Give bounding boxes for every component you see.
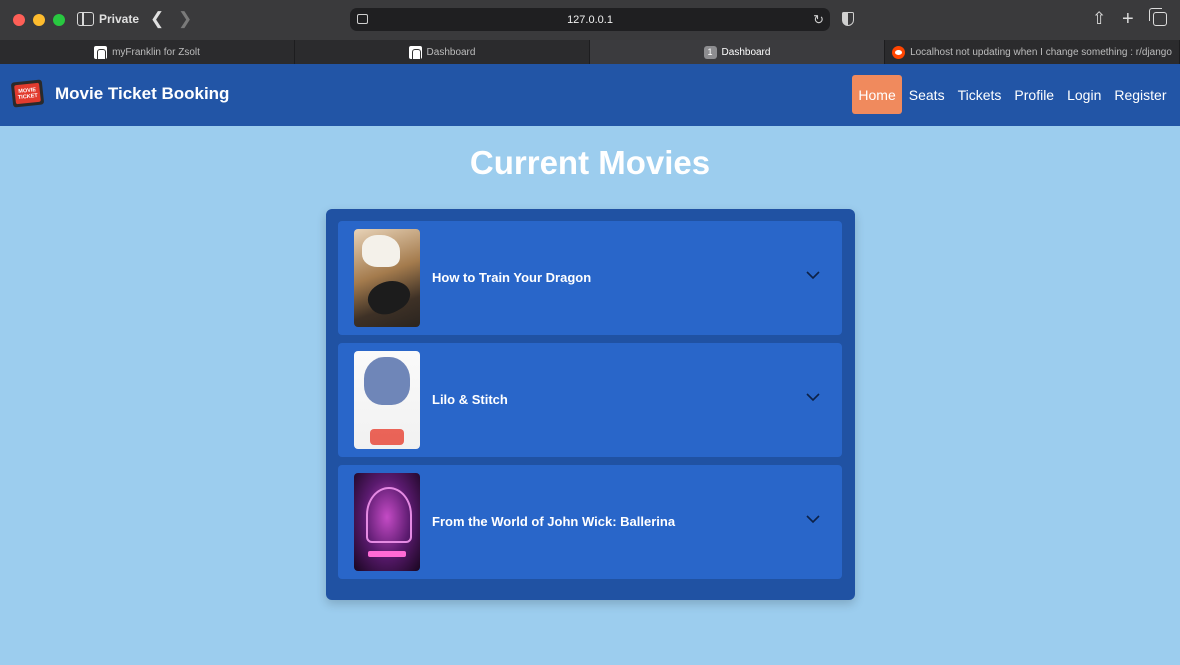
tab-overview-icon[interactable]: [1149, 8, 1167, 26]
page-title: Current Movies: [469, 144, 711, 181]
brand-title[interactable]: Movie Ticket Booking: [55, 84, 229, 104]
movie-title: From the World of John Wick: Ballerina: [432, 514, 676, 529]
tab-label: Dashboard: [426, 46, 476, 58]
private-label: Private: [99, 12, 140, 26]
logo-text: MOVIE TICKET: [17, 86, 39, 101]
nav-link-login[interactable]: Login: [1061, 75, 1108, 114]
movie-ticket-logo-icon[interactable]: MOVIE TICKET: [10, 79, 45, 108]
nav-link-home[interactable]: Home: [851, 75, 903, 114]
privacy-shield-icon[interactable]: [842, 12, 854, 26]
reload-icon[interactable]: ↻: [813, 12, 824, 28]
franklin-icon: [408, 45, 422, 59]
tab-dashboard-active[interactable]: 1 Dashboard: [590, 40, 885, 64]
tab-label: Dashboard: [721, 46, 771, 58]
ballerina-poster: [354, 473, 420, 571]
nav-link-profile[interactable]: Profile: [1008, 75, 1061, 114]
nav-link-tickets[interactable]: Tickets: [951, 75, 1008, 114]
chevron-down-icon[interactable]: [806, 512, 820, 526]
tab-strip: myFranklin for Zsolt Dashboard 1 Dashboa…: [0, 40, 1180, 64]
tab-number-badge: 1: [703, 45, 717, 59]
browser-titlebar: Private ❮ ❯ 127.0.0.1 ↻ ⇧ +: [0, 0, 1180, 40]
url-text: 127.0.0.1: [567, 13, 613, 26]
tab-label: myFranklin for Zsolt: [112, 46, 200, 58]
tab-myfranklin[interactable]: myFranklin for Zsolt: [0, 40, 295, 64]
reddit-icon: [892, 45, 906, 59]
tab-dashboard[interactable]: Dashboard: [295, 40, 590, 64]
window-controls: [13, 14, 65, 26]
back-arrow-icon[interactable]: ❮: [150, 10, 164, 28]
franklin-icon: [94, 45, 108, 59]
nav-link-register[interactable]: Register: [1108, 75, 1173, 114]
new-tab-icon[interactable]: +: [1122, 9, 1134, 29]
tab-label: Localhost not updating when I change som…: [910, 46, 1172, 58]
close-window-button[interactable]: [13, 14, 25, 26]
sidebar-toggle-icon[interactable]: [77, 12, 94, 26]
share-icon[interactable]: ⇧: [1092, 9, 1106, 29]
movie-item-dragon[interactable]: How to Train Your Dragon: [338, 221, 842, 335]
nav-links: Home Seats Tickets Profile Login Registe…: [851, 75, 1173, 114]
tab-reddit[interactable]: Localhost not updating when I change som…: [885, 40, 1180, 64]
movie-item-stitch[interactable]: Lilo & Stitch: [338, 343, 842, 457]
site-navbar: MOVIE TICKET Movie Ticket Booking Home S…: [0, 64, 1180, 126]
zoom-window-button[interactable]: [53, 14, 65, 26]
chevron-down-icon[interactable]: [806, 268, 820, 282]
movies-accordion: How to Train Your Dragon Lilo & Stitch F…: [326, 209, 855, 600]
nav-link-seats[interactable]: Seats: [902, 75, 951, 114]
minimize-window-button[interactable]: [33, 14, 45, 26]
page-menu-icon[interactable]: [357, 14, 368, 24]
address-bar[interactable]: 127.0.0.1 ↻: [350, 8, 830, 31]
movie-title: How to Train Your Dragon: [432, 270, 592, 285]
movie-title: Lilo & Stitch: [432, 392, 508, 407]
stitch-poster: [354, 351, 420, 449]
chevron-down-icon[interactable]: [806, 390, 820, 404]
forward-arrow-icon[interactable]: ❯: [178, 10, 192, 28]
dragon-poster: [354, 229, 420, 327]
movie-item-ballerina[interactable]: From the World of John Wick: Ballerina: [338, 465, 842, 579]
